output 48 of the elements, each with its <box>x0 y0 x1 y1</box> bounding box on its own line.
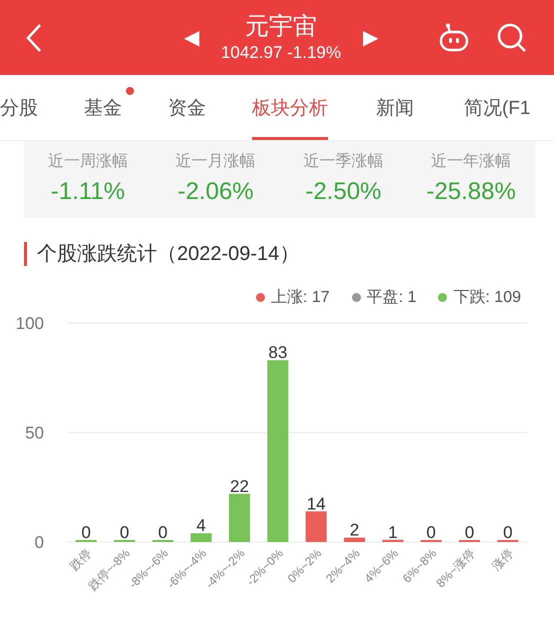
tab[interactable]: 新闻 <box>376 75 414 140</box>
page-title: 元宇宙 <box>244 12 317 42</box>
bar <box>382 540 404 542</box>
bar <box>190 533 212 542</box>
stat-value: -2.06% <box>178 178 254 206</box>
axis-label: 50 <box>25 424 44 442</box>
data-label: 2 <box>350 520 360 540</box>
axis-label: 100 <box>16 314 44 333</box>
data-label: 83 <box>268 343 288 362</box>
tab[interactable]: 板块分析 <box>252 75 328 140</box>
data-label: 0 <box>426 523 436 542</box>
robot-icon[interactable] <box>438 22 470 54</box>
stat-label: 近一月涨幅 <box>176 152 256 172</box>
back-icon[interactable] <box>24 22 44 52</box>
tab[interactable]: 基金 <box>84 75 122 140</box>
stat-label: 近一季涨幅 <box>303 152 384 172</box>
data-label: 14 <box>306 494 326 514</box>
legend-label: 下跌: 109 <box>453 288 521 308</box>
search-icon[interactable] <box>496 22 528 54</box>
legend-label: 上涨: 17 <box>270 288 330 308</box>
data-label: 0 <box>464 523 474 542</box>
bar <box>344 538 365 542</box>
bar <box>229 494 250 542</box>
data-label: 22 <box>230 476 249 496</box>
legend-label: 平盘: 1 <box>366 288 416 308</box>
section-title: 个股涨跌统计（2022-09-14） <box>37 242 300 267</box>
stat-label: 近一周涨幅 <box>48 152 128 172</box>
bar <box>306 511 327 542</box>
stat-value: -1.11% <box>50 178 125 206</box>
axis-label: 0 <box>34 533 44 552</box>
data-label: 0 <box>503 523 513 542</box>
tab[interactable]: 资金 <box>168 75 206 140</box>
category-label: 跌停 <box>67 546 94 574</box>
tab[interactable]: 简况(F1 <box>464 75 530 140</box>
data-label: 0 <box>158 523 168 542</box>
data-label: 0 <box>120 523 130 542</box>
index-quote: 1042.97 -1.19% <box>220 42 342 64</box>
stat-value: -2.50% <box>305 178 382 206</box>
category-label: 涨停 <box>489 546 516 574</box>
stat-value: -25.88% <box>426 178 516 206</box>
section-marker <box>24 242 27 266</box>
data-label: 4 <box>196 516 206 536</box>
previous-button[interactable]: ◀ <box>184 25 199 50</box>
tab[interactable]: 分股 <box>0 75 38 140</box>
stat-label: 近一年涨幅 <box>431 152 512 172</box>
next-button[interactable]: ▶ <box>363 25 378 50</box>
data-label: 1 <box>388 522 398 542</box>
data-label: 0 <box>81 523 91 542</box>
